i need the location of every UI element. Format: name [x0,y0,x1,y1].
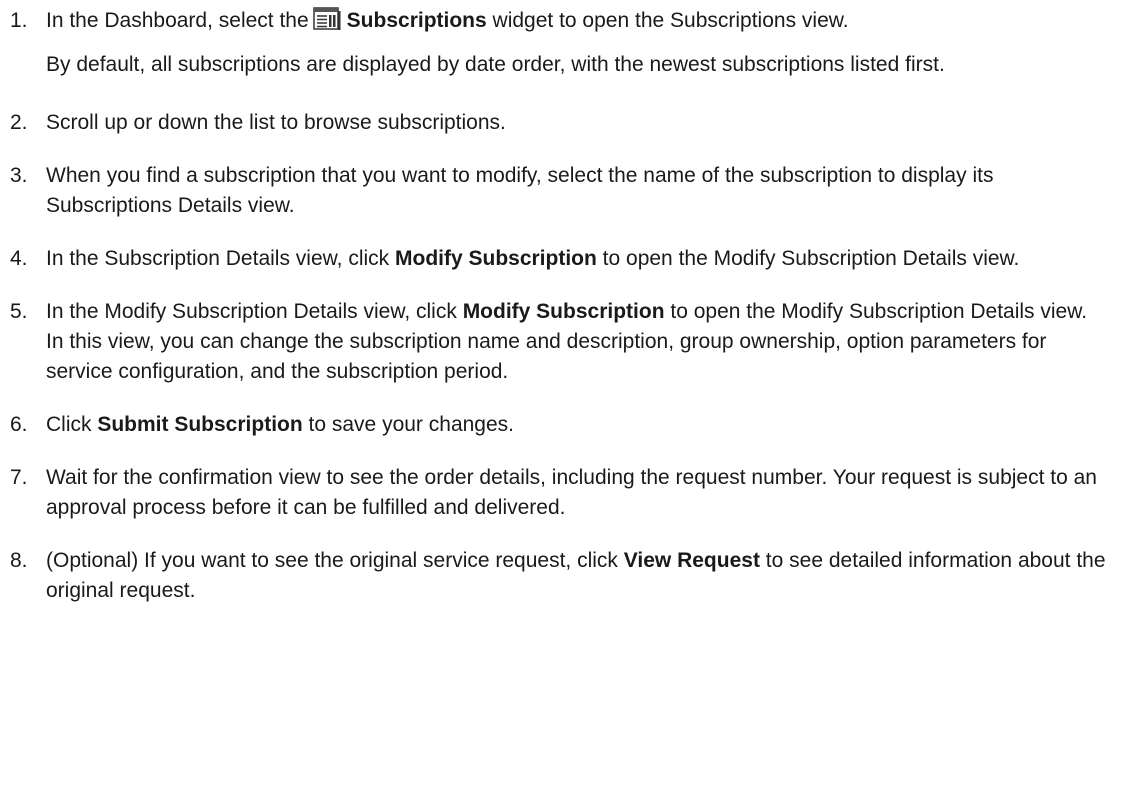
step-text-post: to open the Modify Subscription Details … [602,247,1020,270]
step-2: 2. Scroll up or down the list to browse … [0,108,1110,138]
step-text: In the Dashboard, select the Subscriptio… [46,6,1110,36]
step-text: In the Subscription Details view, click … [46,244,1110,274]
step-number: 1. [10,9,28,32]
step-text: In the Modify Subscription Details view,… [46,297,1110,387]
step-text: Click Submit Subscription to save your c… [46,410,1110,440]
step-text-pre: In the Dashboard, select the [46,9,309,32]
step-text-pre: In the Modify Subscription Details view,… [46,300,457,323]
step-6: 6. Click Submit Subscription to save you… [0,410,1110,440]
step-text-pre: Click [46,413,92,436]
step-text-pre: (Optional) If you want to see the origin… [46,549,618,572]
step-text-bold: Subscriptions [346,9,487,32]
step-text: Wait for the confirmation view to see th… [46,466,1097,519]
subscriptions-widget-icon [312,7,341,31]
step-number: 3. [10,164,28,187]
step-1: 1. In the Dashboard, select the Subscrip… [0,6,1110,80]
step-text: Scroll up or down the list to browse sub… [46,111,506,134]
step-number: 5. [10,300,28,323]
step-text: (Optional) If you want to see the origin… [46,546,1110,606]
step-5: 5. In the Modify Subscription Details vi… [0,297,1110,387]
step-text-pre: In the Subscription Details view, click [46,247,390,270]
step-note: By default, all subscriptions are displa… [46,53,945,76]
step-4: 4. In the Subscription Details view, cli… [0,244,1110,274]
step-text-post: to save your changes. [308,413,514,436]
step-text-bold: View Request [623,549,760,572]
step-text: When you find a subscription that you wa… [46,164,994,217]
step-number: 4. [10,247,28,270]
step-text-post: widget to open the Subscriptions view. [492,9,849,32]
step-7: 7. Wait for the confirmation view to see… [0,463,1110,523]
step-number: 6. [10,413,28,436]
step-number: 2. [10,111,28,134]
step-text-bold: Submit Subscription [97,413,303,436]
step-text-bold: Modify Subscription [395,247,597,270]
procedure-list: 1. In the Dashboard, select the Subscrip… [0,6,1110,606]
step-8: 8. (Optional) If you want to see the ori… [0,546,1110,606]
step-3: 3. When you find a subscription that you… [0,161,1110,221]
step-text-bold: Modify Subscription [462,300,665,323]
step-number: 8. [10,549,28,572]
step-number: 7. [10,466,28,489]
